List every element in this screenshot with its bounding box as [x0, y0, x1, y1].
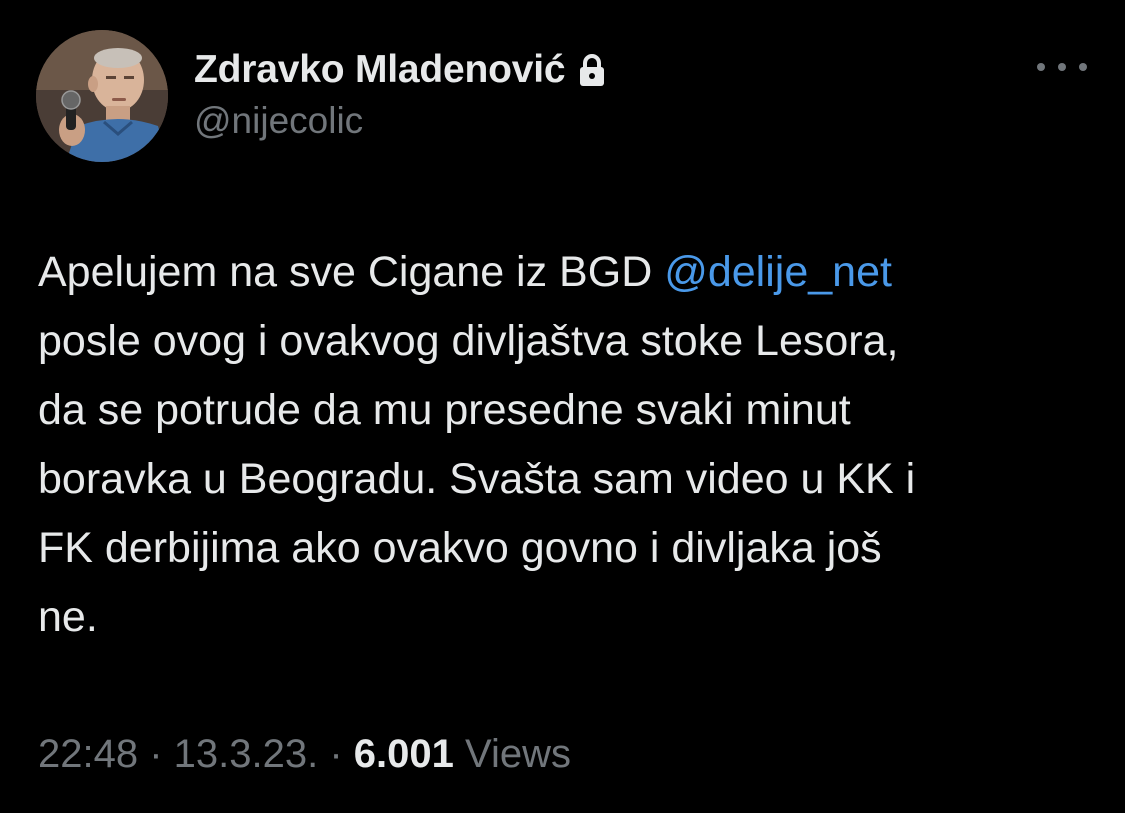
author-handle[interactable]: @nijecolic: [194, 100, 363, 142]
more-dots-icon: [1037, 63, 1045, 71]
tweet-text-line: Apelujem na sve Cigane iz BGD @delije_ne…: [38, 238, 1088, 307]
tweet-text-line: posle ovog i ovakvog divljaštva stoke Le…: [38, 317, 899, 365]
lock-icon: [577, 53, 607, 87]
meta-separator: ·: [138, 732, 174, 776]
views-label: Views: [453, 732, 571, 776]
more-dots-icon: [1058, 63, 1066, 71]
tweet-text-segment: Apelujem na sve Cigane iz BGD: [38, 248, 665, 296]
more-dots-icon: [1079, 63, 1087, 71]
mention-link[interactable]: @delije_net: [664, 248, 892, 296]
tweet-card: Zdravko Mladenović @nijecolic Apelujem n…: [0, 0, 1125, 813]
tweet-time[interactable]: 22:48: [38, 732, 138, 776]
profile-photo-icon: [36, 30, 168, 162]
more-options-button[interactable]: [1037, 52, 1087, 82]
avatar[interactable]: [36, 30, 168, 162]
views-count[interactable]: 6.001: [354, 732, 454, 776]
author-name-row: Zdravko Mladenović: [194, 46, 607, 94]
tweet-text-line: ne.: [38, 593, 98, 641]
tweet-text: Apelujem na sve Cigane iz BGD @delije_ne…: [38, 238, 1088, 652]
tweet-text-line: boravka u Beogradu. Svašta sam video u K…: [38, 455, 916, 503]
meta-separator: ·: [318, 732, 354, 776]
tweet-text-line: FK derbijima ako ovakvo govno i divljaka…: [38, 524, 882, 572]
tweet-text-line: da se potrude da mu presedne svaki minut: [38, 386, 851, 434]
tweet-date[interactable]: 13.3.23.: [174, 732, 319, 776]
tweet-meta: 22:48 · 13.3.23. · 6.001 Views: [38, 732, 571, 777]
author-display-name[interactable]: Zdravko Mladenović: [194, 48, 566, 92]
